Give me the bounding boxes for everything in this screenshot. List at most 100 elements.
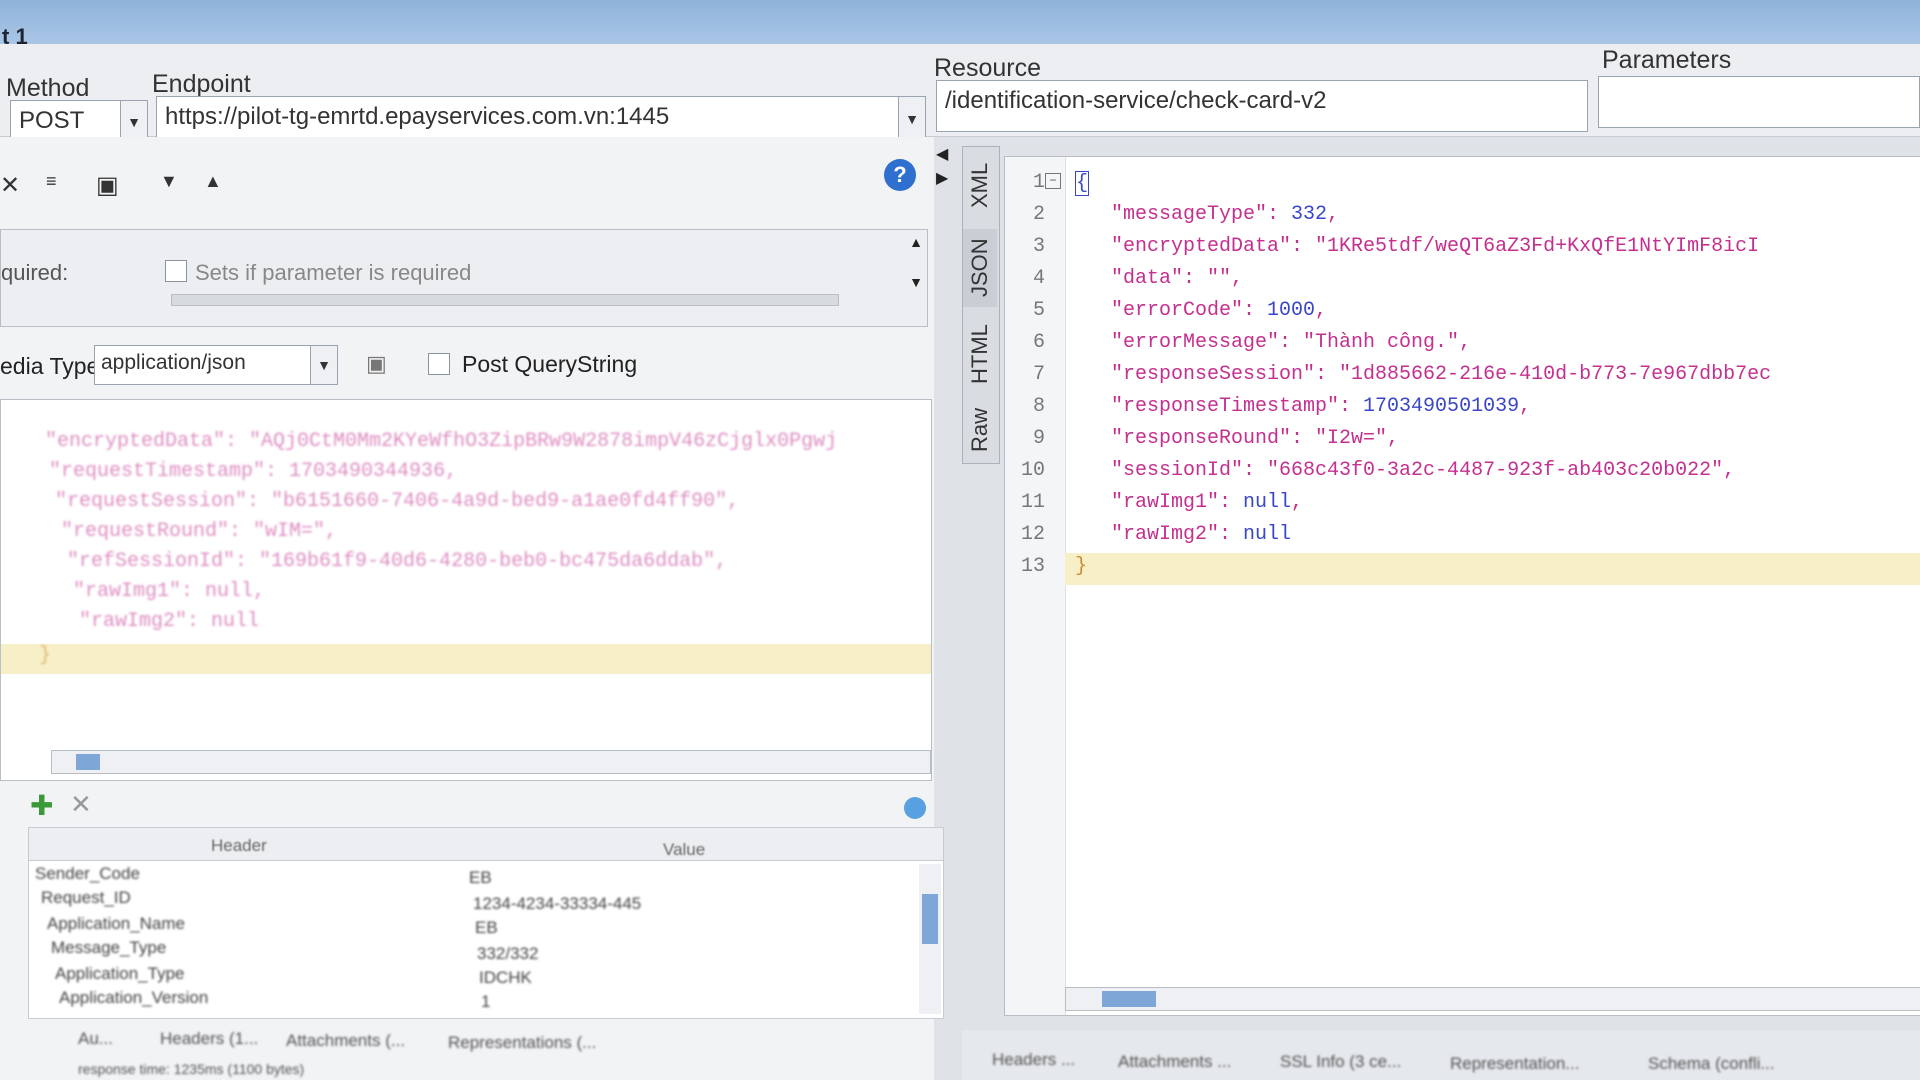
headers-table-header: Header Value <box>29 828 943 861</box>
request-body-hscroll[interactable] <box>51 750 931 774</box>
response-body-line: "messageType": 332, <box>1075 203 1340 226</box>
tab-response-attachments[interactable]: Attachments ... <box>1118 1052 1231 1072</box>
scroll-thumb[interactable] <box>922 894 938 944</box>
delete-icon[interactable]: ✕ <box>0 171 20 200</box>
headers-table: Header Value Sender_Code EB Request_ID 1… <box>28 827 944 1019</box>
response-bottom-tabs: Headers ... Attachments ... SSL Info (3 … <box>962 1030 1920 1080</box>
request-panel: ✕ ≡ ▣ ▼ ▲ ? quired: Sets if parameter is… <box>0 137 944 1080</box>
scroll-down-icon[interactable]: ▼ <box>909 274 923 290</box>
tab-attachments[interactable]: Attachments (... <box>286 1031 405 1051</box>
line-number: 4 <box>1032 267 1045 290</box>
move-up-icon[interactable]: ▲ <box>204 171 222 192</box>
required-hint: Sets if parameter is required <box>195 260 472 285</box>
request-body-editor[interactable]: "encryptedData": "AQj0CtM0Mm2KYeWfhO3Zip… <box>0 399 932 781</box>
parameters-label: Parameters <box>1602 46 1732 74</box>
tab-auth[interactable]: Au... <box>78 1029 113 1049</box>
collapse-left-icon[interactable]: ◀ <box>936 144 948 164</box>
response-body-line: "responseSession": "1d885662-216e-410d-b… <box>1075 363 1772 386</box>
edit-icon[interactable]: ▣ <box>96 171 119 200</box>
header-value[interactable]: 332/332 <box>477 944 538 964</box>
line-number: 6 <box>1032 331 1045 354</box>
remove-header-icon[interactable]: ✕ <box>70 789 92 820</box>
media-type-label: edia Type <box>0 353 100 379</box>
header-name[interactable]: Message_Type <box>51 938 166 958</box>
header-name[interactable]: Application_Name <box>47 914 185 934</box>
tab-json[interactable]: JSON <box>963 229 997 307</box>
response-view-tabs: XML JSON HTML Raw <box>962 146 1000 464</box>
request-body-line: "requestRound": "wIM=", <box>61 520 338 543</box>
line-number: 3 <box>1032 235 1045 258</box>
response-body-line: "rawImg1": null, <box>1075 491 1304 514</box>
current-line-highlight <box>1 644 931 674</box>
response-body-line: "responseTimestamp": 1703490501039, <box>1075 395 1532 418</box>
response-body-line: "errorMessage": "Thành công.", <box>1075 331 1472 354</box>
fold-toggle-icon[interactable]: − <box>1045 173 1061 189</box>
line-number: 5 <box>1032 299 1045 322</box>
url-encode-icon[interactable]: ≡ <box>46 171 57 192</box>
response-body-line: "errorCode": 1000, <box>1075 299 1328 322</box>
window-title-bar: t 1 <box>0 0 1920 49</box>
request-bar: Method POST ▼ Endpoint https://pilot-tg-… <box>0 44 1920 144</box>
move-down-icon[interactable]: ▼ <box>160 171 178 192</box>
format-icon[interactable]: ▣ <box>366 351 387 377</box>
line-number: 8 <box>1032 395 1045 418</box>
headers-vscroll[interactable] <box>919 864 941 1014</box>
tab-response-headers[interactable]: Headers ... <box>992 1050 1075 1070</box>
required-checkbox[interactable] <box>165 260 187 282</box>
scroll-up-icon[interactable]: ▲ <box>909 234 923 250</box>
response-body-hscroll[interactable] <box>1065 987 1920 1011</box>
chevron-down-icon[interactable]: ▼ <box>310 346 337 384</box>
tab-raw[interactable]: Raw <box>963 401 997 459</box>
header-name[interactable]: Application_Type <box>55 964 184 984</box>
request-body-line: } <box>39 644 52 667</box>
request-body-line: "refSessionId": "169b61f9-40d6-4280-beb0… <box>67 550 728 573</box>
line-number: 10 <box>1020 459 1045 482</box>
help-icon[interactable]: ? <box>884 159 916 191</box>
header-value[interactable]: EB <box>469 868 492 888</box>
tab-xml[interactable]: XML <box>963 151 997 219</box>
header-name[interactable]: Sender_Code <box>35 864 140 884</box>
tab-html[interactable]: HTML <box>963 313 997 395</box>
response-body-line: "encryptedData": "1KRe5tdf/weQT6aZ3Fd+Kx… <box>1075 235 1760 258</box>
response-body-line: { <box>1075 171 1090 196</box>
header-value[interactable]: EB <box>475 918 498 938</box>
tab-response-representations[interactable]: Representation... <box>1450 1054 1579 1074</box>
header-value[interactable]: 1 <box>481 992 490 1012</box>
response-body-editor[interactable]: 1 2 3 4 5 6 7 8 9 10 11 12 13 − { "messa… <box>1004 156 1920 1016</box>
header-value[interactable]: 1234-4234-33334-445 <box>473 894 641 914</box>
tab-headers[interactable]: Headers (1... <box>160 1029 258 1049</box>
header-name[interactable]: Application_Version <box>59 988 208 1008</box>
media-type-value: application/json <box>101 351 246 374</box>
line-number: 9 <box>1032 427 1045 450</box>
value-column-title: Value <box>663 840 706 859</box>
parameters-input[interactable] <box>1598 76 1920 128</box>
scroll-thumb[interactable] <box>76 754 100 770</box>
response-body-line: "data": "", <box>1075 267 1244 290</box>
endpoint-combo[interactable]: https://pilot-tg-emrtd.epayservices.com.… <box>156 96 926 142</box>
line-number: 7 <box>1032 363 1045 386</box>
request-body-line: "rawImg1": null, <box>73 580 266 603</box>
post-querystring-checkbox[interactable] <box>428 353 450 375</box>
scroll-thumb[interactable] <box>1102 991 1156 1007</box>
request-body-line: "encryptedData": "AQj0CtM0Mm2KYeWfhO3Zip… <box>45 430 838 453</box>
tab-ssl-info[interactable]: SSL Info (3 ce... <box>1280 1052 1401 1072</box>
chevron-down-icon[interactable]: ▼ <box>898 97 925 141</box>
add-header-icon[interactable]: ✚ <box>30 789 53 822</box>
tab-schema[interactable]: Schema (confli... <box>1648 1054 1775 1074</box>
resource-label: Resource <box>934 54 1041 82</box>
line-number: 2 <box>1032 203 1045 226</box>
help-icon[interactable] <box>904 797 926 819</box>
param-detail-scrollbar[interactable] <box>171 294 839 306</box>
method-label: Method <box>6 74 90 102</box>
collapse-right-icon[interactable]: ▶ <box>936 168 948 188</box>
request-body-line: "requestSession": "b6151660-7406-4a9d-be… <box>55 490 740 513</box>
request-body-line: "requestTimestamp": 1703490344936, <box>49 460 458 483</box>
header-value[interactable]: IDCHK <box>479 968 532 988</box>
header-name[interactable]: Request_ID <box>41 888 131 908</box>
tab-representations[interactable]: Representations (... <box>448 1033 596 1053</box>
request-body-line: "rawImg2": null <box>79 610 260 633</box>
required-label: quired: <box>1 260 69 285</box>
resource-input[interactable]: /identification-service/check-card-v2 <box>936 80 1588 132</box>
current-line-highlight <box>1065 553 1920 585</box>
media-type-select[interactable]: application/json ▼ <box>94 345 338 385</box>
